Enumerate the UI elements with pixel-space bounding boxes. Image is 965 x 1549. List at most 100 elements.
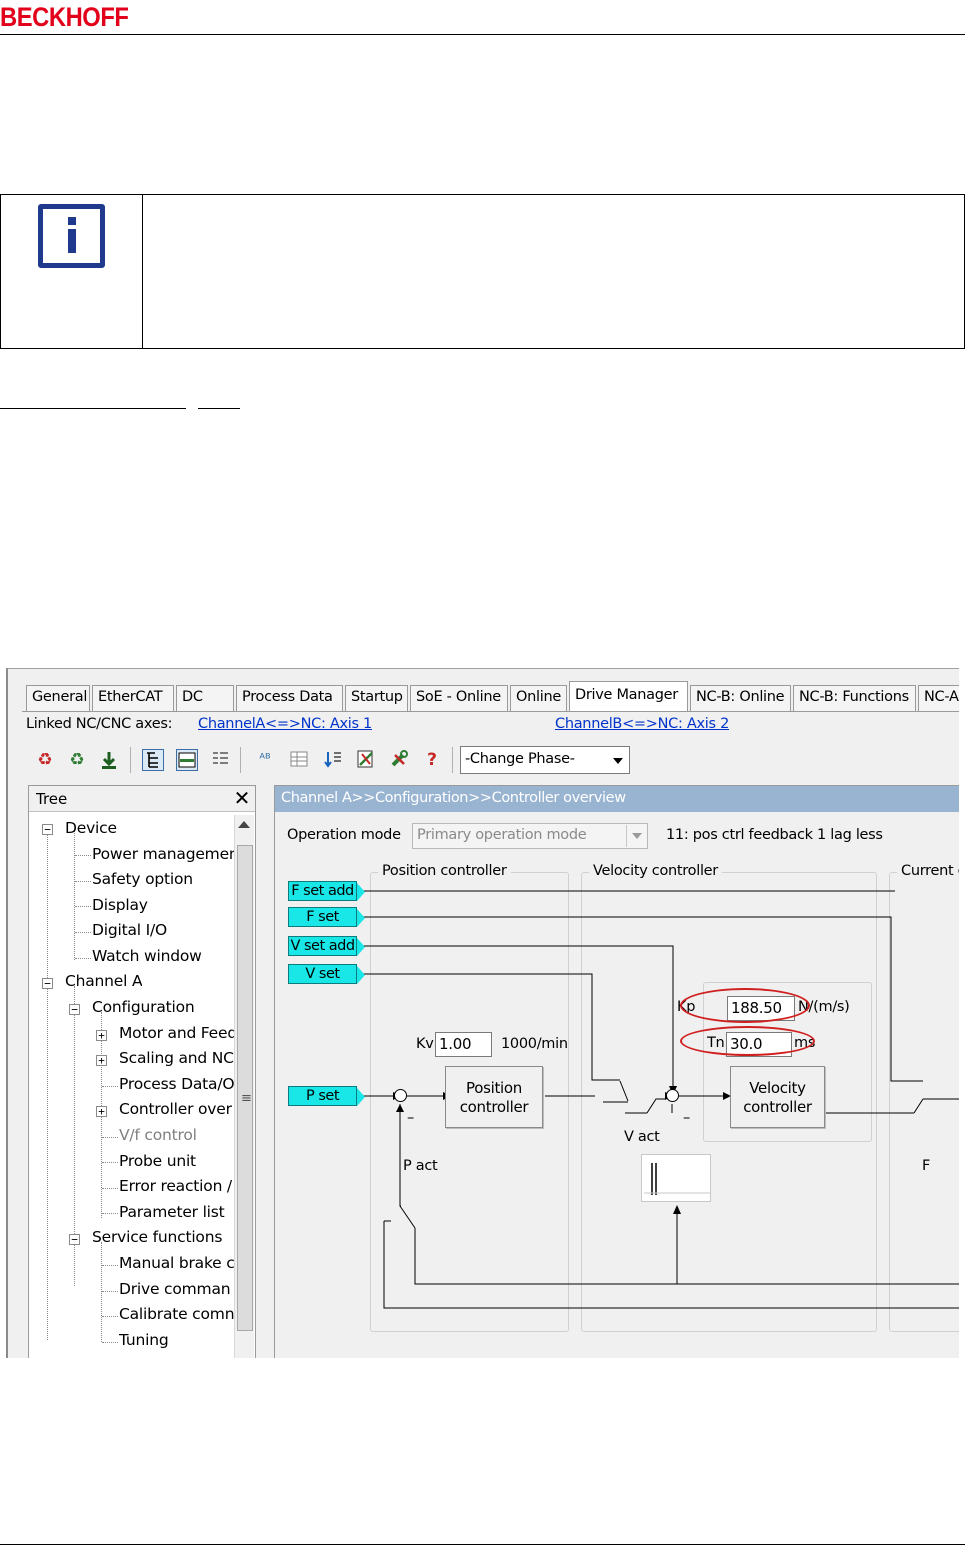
kv-label: Kv xyxy=(416,1036,434,1052)
position-controller-block[interactable]: Position controller xyxy=(445,1066,543,1128)
tab-soe-online[interactable]: SoE - Online xyxy=(410,685,508,711)
tab-nc-b-online[interactable]: NC-B: Online xyxy=(690,685,791,711)
info-icon xyxy=(38,204,105,268)
tree-title: Tree xyxy=(36,790,68,808)
scrollbar-thumb[interactable]: ≡ xyxy=(237,845,253,1331)
kv-input[interactable]: 1.00 xyxy=(435,1032,492,1057)
scroll-up-arrow-icon[interactable] xyxy=(238,821,250,828)
tree-item-probe-unit[interactable]: Probe unit xyxy=(119,1152,196,1170)
tree-guide-line xyxy=(74,830,75,960)
reload-red-icon[interactable]: ♻ xyxy=(34,749,56,771)
collapse-icon[interactable]: − xyxy=(42,824,53,835)
tab-nc-a[interactable]: NC-A xyxy=(918,685,959,711)
velocity-summing-node xyxy=(666,1089,679,1102)
pin-p-set: P set xyxy=(288,1086,365,1106)
tree-item-digital-io[interactable]: Digital I/O xyxy=(92,921,167,939)
tree-item-calibrate[interactable]: Calibrate comn xyxy=(119,1305,234,1323)
controller-signal-diagram xyxy=(359,890,959,1309)
change-phase-value: -Change Phase- xyxy=(465,751,575,767)
tree-scrollbar[interactable]: ≡ xyxy=(234,815,254,1358)
tab-startup[interactable]: Startup xyxy=(345,685,408,711)
toolbar-separator-3 xyxy=(452,747,453,773)
position-summing-node xyxy=(394,1089,407,1102)
tree-item-channel-a[interactable]: Channel A xyxy=(65,972,142,990)
tree-view-icon[interactable] xyxy=(142,749,164,771)
hyperlink-underline-2[interactable] xyxy=(198,408,240,409)
beckhoff-logo: BECKHOFF xyxy=(0,2,129,32)
expand-icon[interactable]: + xyxy=(96,1106,107,1117)
tree-item-controller-overview[interactable]: Controller over xyxy=(119,1100,234,1118)
linked-axes-label: Linked NC/CNC axes: xyxy=(26,716,173,732)
reload-green-icon[interactable]: ♻ xyxy=(66,749,88,771)
hyperlink-underline[interactable] xyxy=(0,408,186,409)
tree-item-safety-option[interactable]: Safety option xyxy=(92,870,193,888)
toolbar-separator xyxy=(130,747,131,773)
note-box xyxy=(0,194,965,349)
download-icon[interactable] xyxy=(98,749,120,771)
tree-item-manual-brake[interactable]: Manual brake c xyxy=(119,1254,234,1272)
translate-icon[interactable]: ᴬᴮ xyxy=(254,749,276,771)
pin-v-set: V set xyxy=(288,964,365,984)
tn-highlight-ring xyxy=(680,1026,815,1056)
tab-process-data[interactable]: Process Data xyxy=(236,685,343,711)
pin-f-set: F set xyxy=(288,907,365,927)
tree-header: Tree xyxy=(29,786,255,812)
panel-view-icon[interactable] xyxy=(176,749,198,771)
close-icon[interactable]: ✕ xyxy=(232,786,252,810)
tab-ethercat[interactable]: EtherCAT xyxy=(92,685,174,711)
tree-item-drive-commands[interactable]: Drive comman xyxy=(119,1280,234,1298)
tree-guide-line xyxy=(47,830,48,1340)
footer-rule xyxy=(0,1544,965,1545)
velocity-filter-block[interactable] xyxy=(641,1154,711,1202)
tab-drive-manager[interactable]: Drive Manager xyxy=(569,681,688,712)
chevron-down-icon xyxy=(613,758,623,764)
v-act-label: V act xyxy=(624,1129,660,1145)
tree-guide-line xyxy=(101,1242,102,1342)
tools-icon[interactable] xyxy=(388,749,410,771)
export-icon[interactable] xyxy=(355,749,377,771)
scroll-grip-icon: ≡ xyxy=(241,1091,252,1106)
tree-item-watch-window[interactable]: Watch window xyxy=(92,947,202,965)
tree-item-service-functions[interactable]: Service functions xyxy=(92,1228,222,1246)
tab-dc[interactable]: DC xyxy=(176,685,234,711)
controller-overview-pane: Channel A>>Configuration>>Controller ove… xyxy=(274,785,959,1358)
tree-item-tuning[interactable]: Tuning xyxy=(119,1331,169,1349)
tab-online[interactable]: Online xyxy=(510,685,567,711)
collapse-icon[interactable]: − xyxy=(42,978,53,989)
tab-strip-border xyxy=(22,711,959,712)
p-act-label: P act xyxy=(403,1158,438,1174)
tree-item-vf-control[interactable]: V/f control xyxy=(119,1126,197,1144)
expand-icon[interactable]: + xyxy=(96,1030,107,1041)
link-channel-a[interactable]: ChannelA<=>NC: Axis 1 xyxy=(198,716,372,732)
table-icon[interactable] xyxy=(288,749,310,771)
f-label: F xyxy=(922,1158,931,1174)
change-phase-select[interactable]: -Change Phase- xyxy=(460,746,630,774)
collapse-icon[interactable]: − xyxy=(69,1004,80,1015)
toolbar-separator-2 xyxy=(240,747,241,773)
pin-v-set-add: V set add xyxy=(288,936,365,956)
import-icon[interactable] xyxy=(322,749,344,771)
tree-item-display[interactable]: Display xyxy=(92,896,148,914)
list-view-icon[interactable] xyxy=(209,749,231,771)
collapse-icon[interactable]: − xyxy=(69,1234,80,1245)
tree-item-scaling-and-nc[interactable]: Scaling and NC xyxy=(119,1049,234,1067)
tree-item-parameter-list[interactable]: Parameter list xyxy=(119,1203,225,1221)
minus-sign: – xyxy=(407,1110,414,1126)
tree-item-device[interactable]: Device xyxy=(65,819,117,837)
tree-item-motor-and-feed[interactable]: Motor and Feed xyxy=(119,1024,234,1042)
expand-icon[interactable]: + xyxy=(96,1055,107,1066)
pin-f-set-add: F set add xyxy=(288,881,365,901)
help-icon[interactable]: ? xyxy=(421,749,443,771)
tab-general[interactable]: General xyxy=(26,685,90,711)
tree-item-error-reaction[interactable]: Error reaction / xyxy=(119,1177,234,1195)
tab-nc-b-functions[interactable]: NC-B: Functions xyxy=(793,685,916,711)
tree-item-process-data[interactable]: Process Data/O xyxy=(119,1075,234,1093)
tree-item-power-management[interactable]: Power managemen xyxy=(92,845,234,863)
minus-sign: – xyxy=(683,1110,690,1126)
velocity-controller-block[interactable]: Velocity controller xyxy=(730,1066,825,1128)
kp-highlight-ring xyxy=(680,988,810,1023)
tree-pane: Tree ✕ − Device Power managemen Safety o… xyxy=(28,785,256,1358)
kv-unit: 1000/min xyxy=(501,1036,568,1052)
tree-item-configuration[interactable]: Configuration xyxy=(92,998,195,1016)
link-channel-b[interactable]: ChannelB<=>NC: Axis 2 xyxy=(555,716,729,732)
